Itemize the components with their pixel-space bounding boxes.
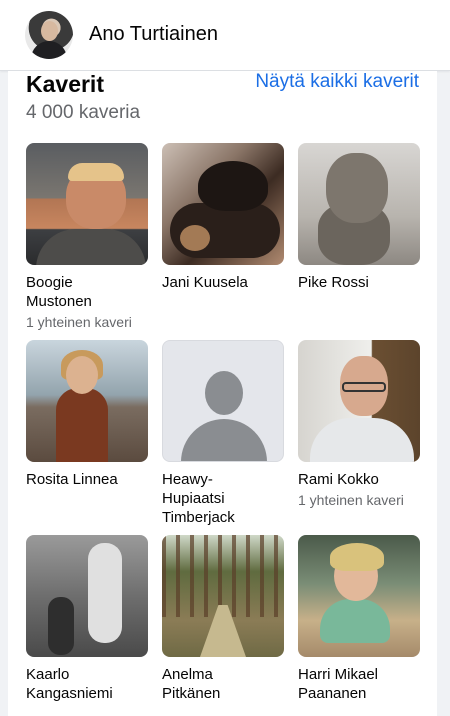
profile-name[interactable]: Ano Turtiainen [89,22,218,46]
friend-name[interactable]: Harri Mikael Paananen [298,665,420,703]
photo-shirt [320,599,390,643]
friend-name[interactable]: Pike Rossi [298,273,420,292]
mutual-friends: 1 yhteinen kaveri [298,492,404,508]
photo-shirt [36,229,146,265]
friend-photo[interactable] [298,340,420,462]
friend-tile[interactable]: Harri Mikael Paananen [298,535,420,703]
photo-trees [162,535,284,617]
mutual-friends: 1 yhteinen kaveri [26,314,132,330]
friend-name[interactable]: Jani Kuusela [162,273,284,292]
friend-name-line: Boogie [26,274,73,291]
photo-figure [88,543,122,643]
avatar[interactable] [25,11,73,59]
photo-hair [330,543,384,571]
friend-name[interactable]: Rosita Linnea [26,470,148,489]
photo-shirt [310,418,414,462]
friend-photo[interactable] [26,535,148,657]
friend-photo[interactable] [26,143,148,265]
avatar-suit [31,41,67,59]
friend-name-line: Kangasniemi [26,685,113,702]
friend-name[interactable]: Rami Kokko [298,470,420,489]
friend-photo[interactable] [298,143,420,265]
friend-name-line: Jani Kuusela [162,274,248,291]
photo-coat [56,388,108,462]
default-avatar-head-icon [205,371,243,415]
friend-name-line: Timberjack [162,509,235,526]
friend-name-line: Harri Mikael [298,666,379,683]
see-all-friends-link[interactable]: Näytä kaikki kaverit [255,70,419,94]
friend-tile[interactable]: Heawy- Hupiaatsi Timberjack [162,340,284,527]
friend-tile[interactable]: Rami Kokko 1 yhteinen kaveri [298,340,420,509]
friend-name-line: Rami Kokko [298,471,379,488]
photo-glasses [342,382,386,392]
friend-name[interactable]: Heawy- Hupiaatsi Timberjack [162,470,284,527]
friend-name[interactable]: Kaarlo Kangasniemi [26,665,148,703]
photo-hair [68,163,124,181]
friend-name-line: Kaarlo [26,666,70,683]
avatar-head [41,21,58,41]
friends-title: Kaverit [26,71,104,97]
friends-count: 4 000 kaveria [26,102,141,123]
friend-tile[interactable]: Rosita Linnea [26,340,148,489]
friend-tile[interactable]: Kaarlo Kangasniemi [26,535,148,703]
photo-face [66,356,98,394]
friend-tile[interactable]: Jani Kuusela [162,143,284,292]
friend-name-line: Rosita Linnea [26,471,118,488]
photo-figure [48,597,74,655]
friend-name-line: Anelma [162,666,213,683]
friend-name-line: Pike Rossi [298,274,369,291]
friend-photo[interactable] [162,143,284,265]
photo-paw [180,225,210,251]
photo-cat-head [326,153,388,223]
friend-tile[interactable]: Anelma Pitkänen [162,535,284,703]
friend-photo[interactable] [298,535,420,657]
friend-name-line: Pitkänen [162,685,221,702]
friend-tile[interactable]: Boogie Mustonen 1 yhteinen kaveri [26,143,148,331]
friend-photo[interactable] [26,340,148,462]
friend-name[interactable]: Anelma Pitkänen [162,665,284,703]
default-avatar-body-icon [181,419,267,461]
top-bar: Ano Turtiainen [0,0,450,71]
friend-photo[interactable] [162,535,284,657]
friend-name-line: Heawy- [162,471,213,488]
photo-dog-head [198,161,268,211]
friend-photo-placeholder[interactable] [162,340,284,462]
friends-card: Kaverit Näytä kaikki kaverit 4 000 kaver… [8,71,437,716]
friend-name[interactable]: Boogie Mustonen [26,273,148,311]
friend-name-line: Paananen [298,685,367,702]
friend-name-line: Mustonen [26,293,92,310]
friend-name-line: Hupiaatsi [162,490,225,507]
friend-tile[interactable]: Pike Rossi [298,143,420,292]
